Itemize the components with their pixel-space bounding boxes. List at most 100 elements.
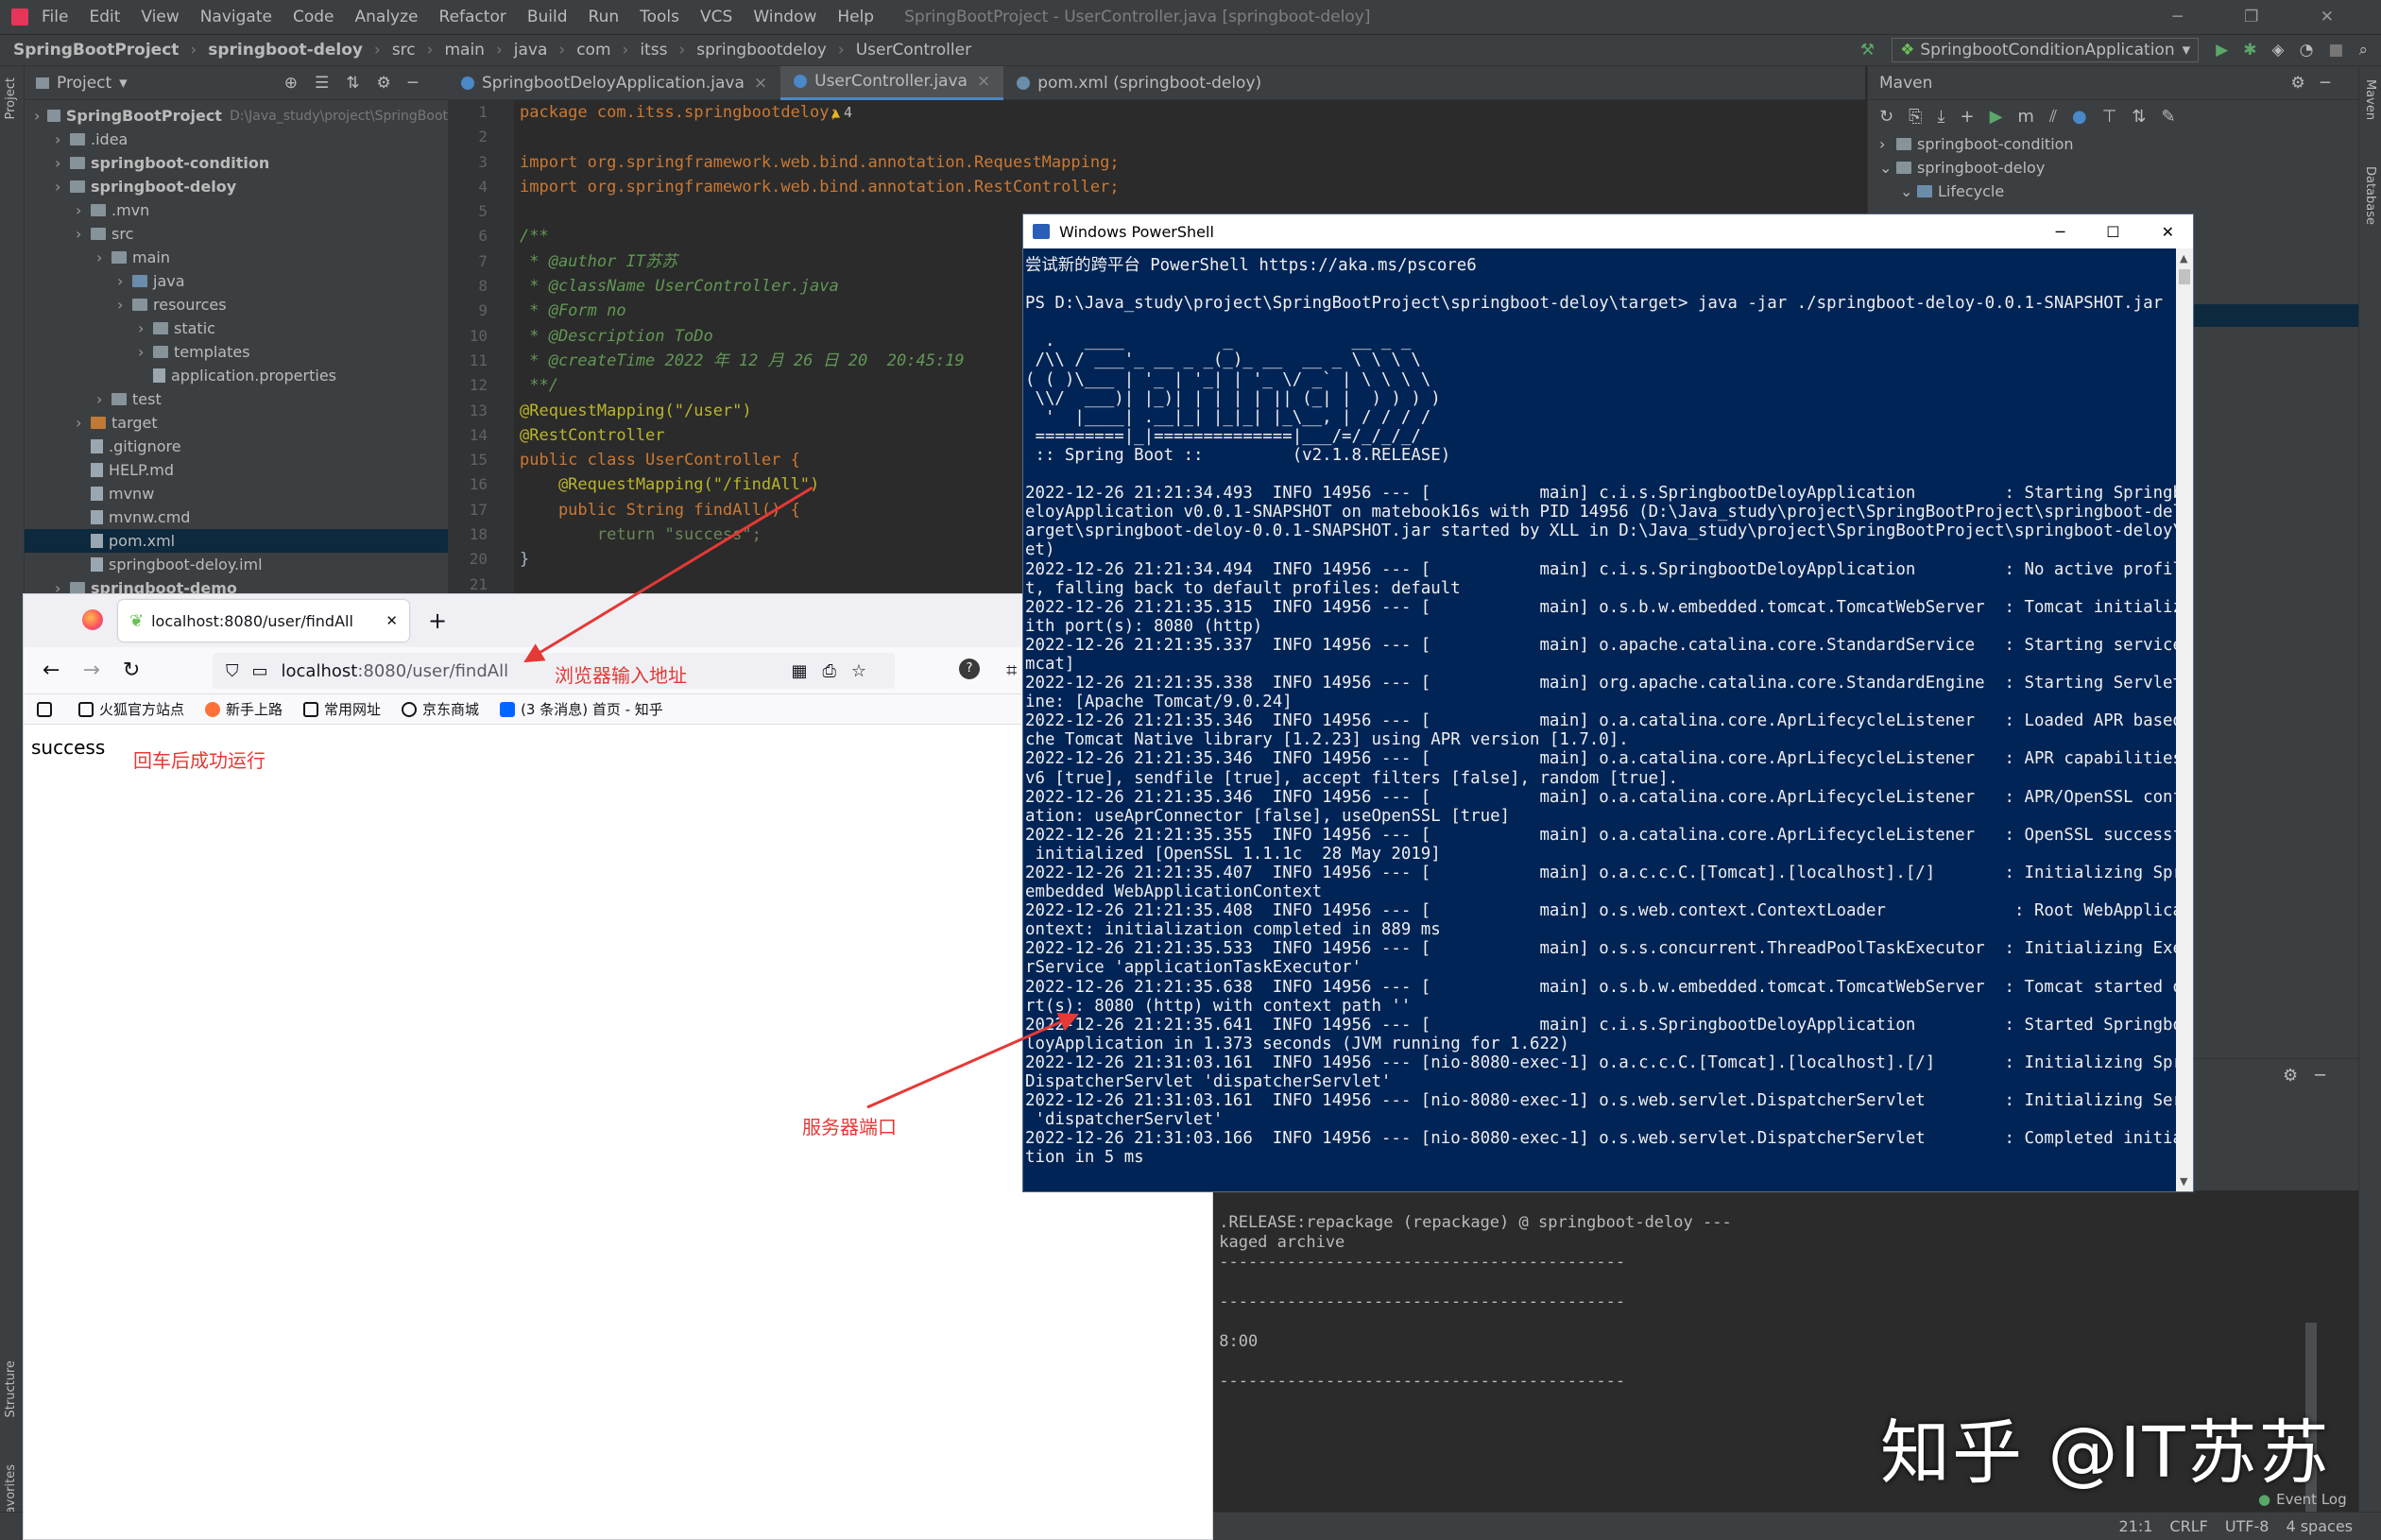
breadcrumb-item[interactable]: main: [444, 41, 484, 60]
menu-item-tools[interactable]: Tools: [640, 8, 679, 26]
url-bar-actions[interactable]: ▦⎙☆: [791, 661, 882, 681]
project-tree-item[interactable]: springboot-deloy.iml: [25, 553, 448, 576]
minimize-button[interactable]: ─: [2056, 223, 2065, 241]
project-tree-item[interactable]: › src: [25, 222, 448, 246]
bookmark-item[interactable]: 京东商城: [402, 699, 479, 719]
toggle-offline-icon[interactable]: ⫽: [2049, 107, 2072, 127]
run-maven-icon[interactable]: ▶: [1990, 107, 2018, 127]
project-tree-item[interactable]: › springboot-condition: [25, 151, 448, 175]
editor-tab[interactable]: SpringbootDeloyApplication.java ×: [448, 66, 780, 100]
expand-arrow-icon[interactable]: ›: [138, 343, 153, 361]
expand-arrow-icon[interactable]: ›: [117, 272, 132, 290]
project-tree-item[interactable]: › java: [25, 269, 448, 293]
expand-arrow-icon[interactable]: ›: [76, 414, 91, 432]
inspection-widget[interactable]: ▲ 4: [831, 100, 852, 125]
maven-tree-item[interactable]: › springboot-condition: [1879, 132, 2358, 156]
project-tree-item[interactable]: mvnw: [25, 482, 448, 505]
menu-item-run[interactable]: Run: [589, 8, 620, 26]
breadcrumb-item[interactable]: springboot-deloy: [208, 41, 363, 60]
close-tab-icon[interactable]: ×: [754, 74, 767, 93]
expand-arrow-icon[interactable]: ›: [55, 130, 70, 148]
settings-wrench-icon[interactable]: ✎: [2161, 107, 2190, 127]
project-tree-item[interactable]: .gitignore: [25, 435, 448, 458]
bookmark-item[interactable]: [37, 701, 58, 717]
database-tool-button[interactable]: Database: [2363, 166, 2377, 225]
project-tree-item[interactable]: › main: [25, 246, 448, 269]
skip-tests-icon[interactable]: ●: [2072, 107, 2102, 127]
menu-item-window[interactable]: Window: [753, 8, 816, 26]
expand-arrow-icon[interactable]: ›: [117, 296, 132, 314]
page-info-icon[interactable]: ▭: [252, 661, 268, 681]
extension-icon[interactable]: ?: [959, 659, 980, 679]
close-tab-icon[interactable]: ✕: [385, 612, 398, 629]
project-tree-item[interactable]: › .idea: [25, 128, 448, 151]
maven-tree-item[interactable]: ⌄ springboot-deloy: [1879, 156, 2358, 180]
breadcrumb-item[interactable]: SpringBootProject: [13, 41, 179, 60]
search-everywhere-icon[interactable]: ⌕: [2358, 41, 2368, 60]
panel-tools[interactable]: ⊕☰⇅⚙─: [284, 74, 435, 93]
breadcrumb-item[interactable]: UserController: [856, 41, 971, 60]
maven-toolbar[interactable]: ↻ ⎘ ⤓ + ▶ m ⫽ ● ⊤ ⇅ ✎: [1868, 100, 2358, 132]
project-tree-item[interactable]: › templates: [25, 340, 448, 364]
editor-tab[interactable]: UserController.java ×: [780, 65, 1004, 100]
project-tree-item[interactable]: › static: [25, 317, 448, 340]
project-panel-title[interactable]: Project: [57, 74, 111, 93]
powershell-console[interactable]: 尝试新的跨平台 PowerShell https://aka.ms/pscore…: [1023, 248, 2193, 1191]
expand-arrow-icon[interactable]: ›: [96, 390, 111, 408]
run-config-select[interactable]: ❖ SpringbootConditionApplication ▾: [1892, 38, 2200, 62]
indent-setting[interactable]: 4 spaces: [2286, 1517, 2353, 1535]
generate-sources-icon[interactable]: ⎘: [1909, 107, 1937, 127]
expand-arrow-icon[interactable]: ›: [55, 178, 70, 196]
window-controls[interactable]: ─ ❐ ✕: [2172, 8, 2362, 26]
show-dependencies-icon[interactable]: ⊤: [2102, 107, 2133, 127]
editor-tab[interactable]: pom.xml (springboot-deloy): [1003, 66, 1275, 100]
menu-item-analyze[interactable]: Analyze: [355, 8, 419, 26]
menu-item-navigate[interactable]: Navigate: [200, 8, 272, 26]
menu-item-code[interactable]: Code: [293, 8, 334, 26]
collapse-all-icon[interactable]: ⇅: [2132, 107, 2161, 127]
project-tree-item[interactable]: application.properties: [25, 364, 448, 387]
project-tree-item[interactable]: › SpringBootProject D:\Java_study\project\…: [25, 104, 448, 128]
breadcrumb-item[interactable]: itss: [640, 41, 667, 60]
encoding[interactable]: UTF-8: [2225, 1517, 2270, 1535]
powershell-scrollbar[interactable]: ▲ ▼: [2176, 248, 2193, 1191]
maven-tree-item[interactable]: ⌄ Lifecycle: [1879, 180, 2358, 203]
browser-tab[interactable]: ❦ localhost:8080/user/findAll ✕: [118, 600, 409, 642]
menu-item-build[interactable]: Build: [527, 8, 568, 26]
project-tree-item[interactable]: mvnw.cmd: [25, 505, 448, 529]
menu-item-view[interactable]: View: [141, 8, 179, 26]
menu-item-edit[interactable]: Edit: [89, 8, 120, 26]
run-icon[interactable]: ▶: [2216, 41, 2228, 60]
breadcrumb-item[interactable]: java: [514, 41, 548, 60]
project-tool-button[interactable]: Project: [4, 77, 18, 119]
bookmark-item[interactable]: 新手上路: [205, 699, 283, 719]
project-tree-item[interactable]: › test: [25, 387, 448, 411]
add-icon[interactable]: +: [1960, 107, 1989, 127]
expand-arrow-icon[interactable]: ›: [76, 225, 91, 243]
maven-tool-button[interactable]: Maven: [2363, 79, 2377, 120]
breadcrumb-item[interactable]: springbootdeloy: [696, 41, 827, 60]
screenshot-icon[interactable]: ⌗: [1006, 659, 1017, 681]
new-tab-icon[interactable]: +: [428, 607, 447, 634]
bookmark-item[interactable]: (3 条消息) 首页 - 知乎: [500, 699, 663, 719]
expand-arrow-icon[interactable]: ›: [55, 154, 70, 172]
project-tree-item[interactable]: pom.xml: [25, 529, 448, 553]
project-tree-item[interactable]: › .mvn: [25, 198, 448, 222]
expand-arrow-icon[interactable]: ›: [76, 201, 91, 219]
project-tree-item[interactable]: › springboot-deloy: [25, 175, 448, 198]
close-tab-icon[interactable]: ×: [977, 72, 990, 91]
chevron-down-icon[interactable]: ▾: [119, 74, 128, 93]
close-button[interactable]: ✕: [2162, 223, 2174, 241]
expand-arrow-icon[interactable]: ›: [96, 248, 111, 266]
bookmark-item[interactable]: 常用网址: [303, 699, 381, 719]
menu-item-refactor[interactable]: Refactor: [439, 8, 506, 26]
expand-arrow-icon[interactable]: ›: [34, 107, 47, 125]
forward-icon[interactable]: →: [82, 659, 99, 682]
debug-icon[interactable]: ✱: [2243, 41, 2256, 60]
menu-item-help[interactable]: Help: [837, 8, 874, 26]
project-tree-item[interactable]: HELP.md: [25, 458, 448, 482]
back-icon[interactable]: ←: [43, 659, 60, 682]
code-editor[interactable]: package com.itss.springbootdeloy; import …: [514, 100, 1120, 595]
breadcrumb-item[interactable]: com: [576, 41, 610, 60]
bookmark-item[interactable]: 火狐官方站点: [78, 699, 184, 719]
